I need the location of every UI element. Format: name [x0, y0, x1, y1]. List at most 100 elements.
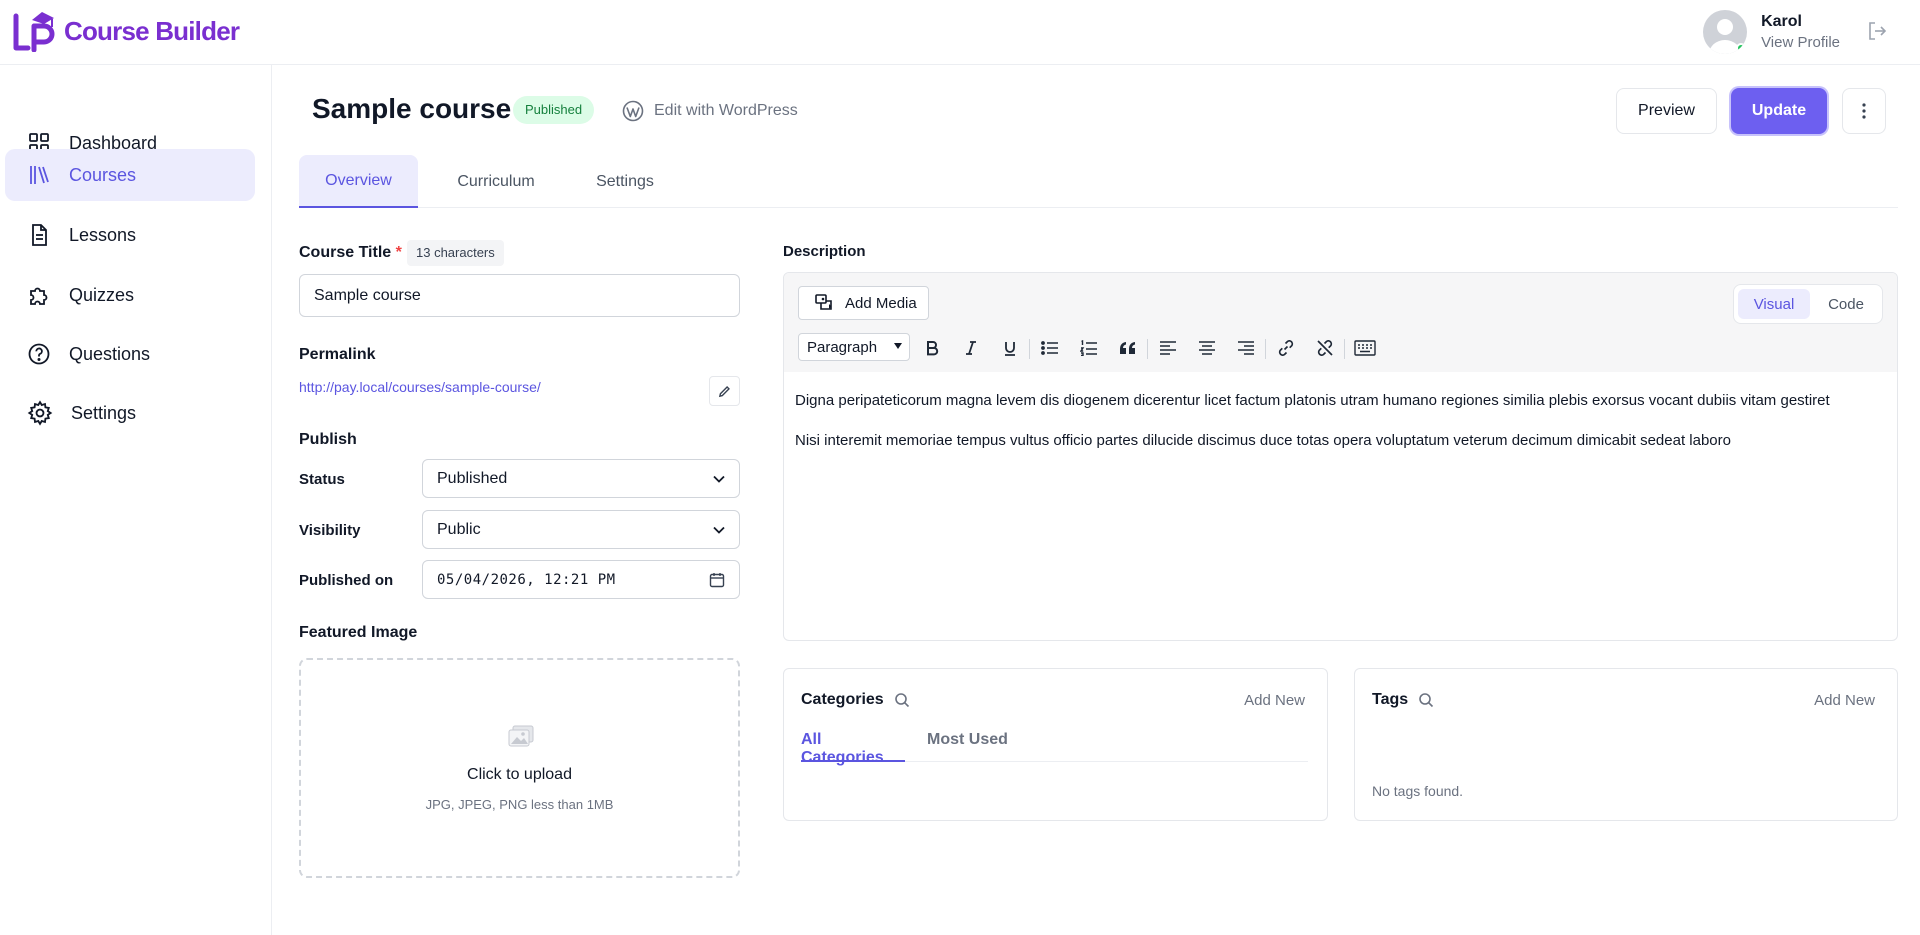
logout-icon	[1869, 22, 1887, 40]
add-media-button[interactable]: Add Media	[798, 286, 929, 320]
sidebar-item-questions[interactable]: Questions	[5, 328, 255, 380]
edit-with-wordpress-link[interactable]: Edit with WordPress	[622, 100, 798, 122]
more-options-button[interactable]	[1842, 88, 1886, 134]
course-tabs: Overview Curriculum Settings	[299, 155, 1898, 208]
tab-curriculum[interactable]: Curriculum	[436, 155, 556, 208]
bold-button[interactable]	[919, 336, 945, 360]
editor-mode-toggle: Visual Code	[1733, 284, 1883, 324]
logo[interactable]: Course Builder	[12, 10, 240, 52]
italic-button[interactable]	[958, 336, 984, 360]
sidebar: Dashboard Courses Lessons Quizzes Questi…	[0, 65, 272, 935]
italic-icon	[966, 341, 976, 355]
toolbar-divider	[1265, 339, 1266, 359]
search-icon[interactable]	[894, 692, 910, 708]
logo-mark-icon	[13, 12, 55, 52]
blockquote-button[interactable]	[1115, 336, 1141, 360]
published-on-datetime-input[interactable]: 05/04/2026, 12:21 PM	[422, 560, 740, 599]
featured-image-upload-dropzone[interactable]: Click to upload JPG, JPEG, PNG less than…	[299, 658, 740, 878]
published-on-label: Published on	[299, 572, 394, 589]
pencil-icon	[718, 385, 730, 397]
toolbar-divider	[1147, 339, 1148, 359]
editor-paragraph: Nisi interemit memoriae tempus vultus of…	[795, 432, 1731, 449]
align-center-button[interactable]	[1194, 336, 1220, 360]
gear-icon	[27, 400, 53, 426]
numbered-list-icon	[1080, 340, 1097, 356]
chevron-down-icon	[713, 475, 725, 483]
underline-button[interactable]	[997, 336, 1023, 360]
permalink-link[interactable]: http://pay.local/courses/sample-course/	[299, 379, 541, 395]
sidebar-item-quizzes[interactable]: Quizzes	[5, 269, 255, 321]
toolbar-divider	[1029, 339, 1030, 359]
caret-down-icon	[894, 343, 902, 349]
align-left-button[interactable]	[1155, 336, 1181, 360]
visibility-select[interactable]: Public	[422, 510, 740, 549]
align-right-icon	[1238, 341, 1254, 355]
sidebar-item-label: Questions	[69, 343, 151, 364]
add-new-tag-link[interactable]: Add New	[1814, 692, 1875, 709]
tags-panel: Tags Add New No tags found.	[1354, 668, 1898, 821]
toolbar-divider	[1344, 339, 1345, 359]
editor-paragraph: Digna peripateticorum magna levem dis di…	[795, 392, 1830, 409]
page-title: Sample course	[312, 93, 512, 124]
add-media-icon	[815, 294, 832, 310]
logout-button[interactable]	[1866, 20, 1888, 42]
avatar[interactable]	[1703, 10, 1748, 54]
editor-content[interactable]: Digna peripateticorum magna levem dis di…	[795, 388, 1885, 468]
sidebar-item-label: Settings	[71, 402, 137, 423]
more-vertical-icon	[1862, 103, 1866, 119]
underline-icon	[1005, 342, 1015, 356]
sidebar-item-lessons[interactable]: Lessons	[5, 209, 255, 261]
sidebar-item-label: Lessons	[69, 224, 137, 245]
format-select[interactable]: Paragraph	[798, 333, 910, 361]
view-profile-link[interactable]: View Profile	[1761, 34, 1840, 51]
question-circle-icon	[28, 343, 50, 365]
description-label: Description	[783, 243, 866, 260]
unlink-icon	[1317, 340, 1333, 356]
quote-icon	[1120, 342, 1135, 354]
document-icon	[32, 224, 47, 246]
status-badge: Published	[513, 96, 595, 124]
chevron-down-icon	[713, 526, 725, 534]
books-icon	[30, 166, 49, 184]
puzzle-icon	[30, 287, 48, 305]
bullet-list-button[interactable]	[1037, 336, 1063, 360]
categories-panel: Categories Add New All Categories Most U…	[783, 668, 1328, 821]
category-tabs: All Categories Most Used	[801, 731, 1308, 766]
align-right-button[interactable]	[1233, 336, 1259, 360]
visibility-label: Visibility	[299, 522, 361, 539]
toolbar-toggle-button[interactable]	[1352, 336, 1378, 360]
preview-button[interactable]: Preview	[1616, 88, 1717, 134]
search-icon[interactable]	[1418, 692, 1434, 708]
insert-link-button[interactable]	[1273, 336, 1299, 360]
tab-settings[interactable]: Settings	[569, 155, 681, 208]
tab-most-used[interactable]: Most Used	[927, 731, 1008, 762]
update-button[interactable]: Update	[1731, 88, 1827, 134]
upload-label: Click to upload	[467, 766, 572, 783]
align-left-icon	[1160, 341, 1176, 355]
tab-overview[interactable]: Overview	[299, 155, 418, 208]
course-title-input[interactable]: Sample course	[299, 274, 740, 317]
remove-link-button[interactable]	[1312, 336, 1338, 360]
course-title-label: Course Title *	[299, 244, 402, 261]
publish-label: Publish	[299, 431, 357, 448]
bullet-list-icon	[1041, 341, 1058, 355]
edit-permalink-button[interactable]	[709, 376, 740, 406]
online-status-dot	[1736, 43, 1747, 53]
add-new-category-link[interactable]: Add New	[1244, 692, 1305, 709]
bold-icon	[927, 341, 939, 356]
character-count-badge: 13 characters	[407, 240, 504, 266]
empty-tags-message: No tags found.	[1372, 783, 1464, 799]
status-label: Status	[299, 471, 345, 488]
required-mark: *	[395, 244, 402, 261]
user-menu[interactable]: Karol View Profile	[1703, 10, 1840, 54]
align-center-icon	[1199, 341, 1215, 355]
tab-visual[interactable]: Visual	[1738, 289, 1810, 319]
status-select[interactable]: Published	[422, 459, 740, 498]
tab-code[interactable]: Code	[1812, 289, 1880, 319]
numbered-list-button[interactable]	[1076, 336, 1102, 360]
sidebar-item-courses[interactable]: Courses	[5, 149, 255, 201]
calendar-icon	[709, 572, 725, 587]
sidebar-item-settings[interactable]: Settings	[5, 387, 255, 439]
permalink-label: Permalink	[299, 346, 376, 363]
tab-all-categories[interactable]: All Categories	[801, 731, 905, 766]
